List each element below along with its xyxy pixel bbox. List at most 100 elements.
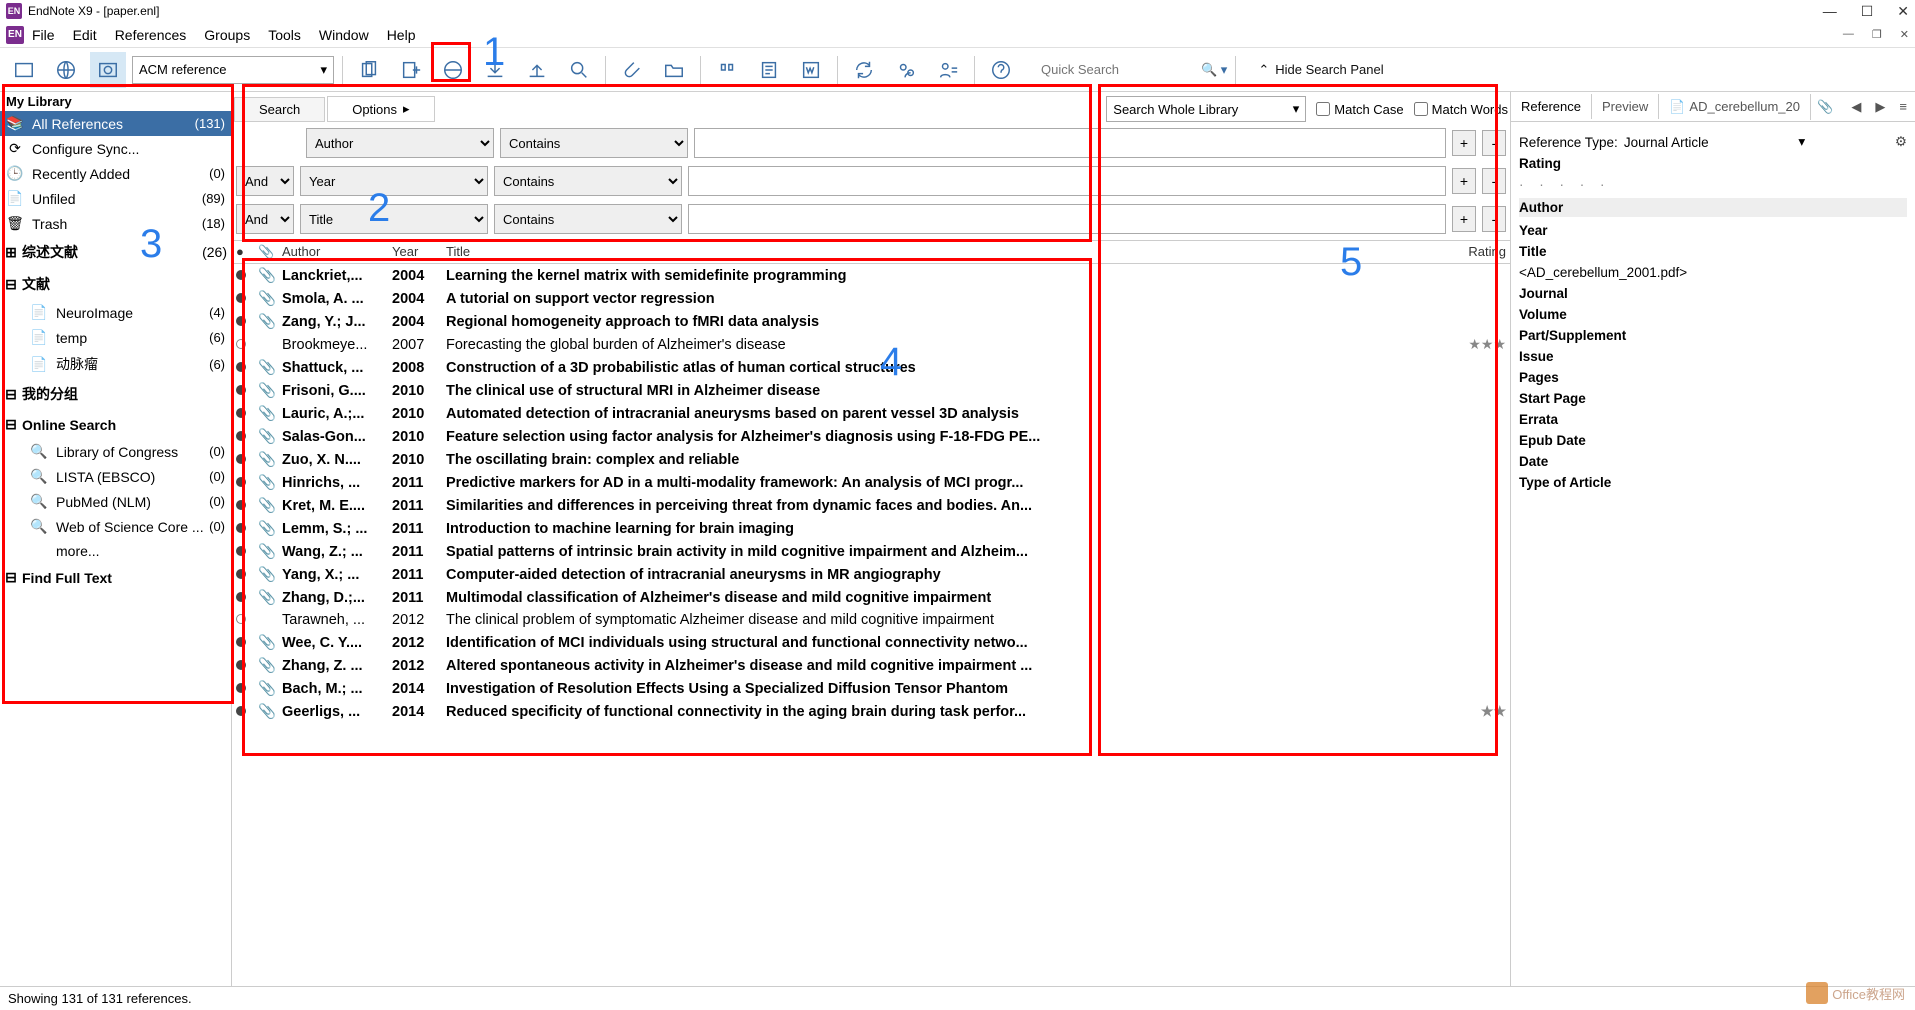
menu-tools[interactable]: Tools <box>268 27 301 43</box>
table-row[interactable]: 📎Zhang, Z. ...2012Altered spontaneous ac… <box>232 654 1510 677</box>
menu-file[interactable]: File <box>32 27 55 43</box>
search-value-input[interactable] <box>688 166 1446 196</box>
search-field-select[interactable]: Title <box>300 204 488 234</box>
table-row[interactable]: 📎Geerligs, ...2014Reduced specificity of… <box>232 700 1510 723</box>
match-words-checkbox[interactable]: Match Words <box>1414 102 1508 117</box>
table-row[interactable]: 📎Shattuck, ...2008Construction of a 3D p… <box>232 356 1510 379</box>
table-row[interactable]: 📎Wang, Z.; ...2011Spatial patterns of in… <box>232 540 1510 563</box>
tab-preview[interactable]: Preview <box>1592 94 1659 119</box>
share-icon[interactable] <box>888 52 924 88</box>
table-row[interactable]: 📎Bach, M.; ...2014Investigation of Resol… <box>232 677 1510 700</box>
sidebar-item[interactable]: 🕒Recently Added(0) <box>0 161 231 186</box>
help-icon[interactable] <box>983 52 1019 88</box>
prev-ref-icon[interactable]: ◀ <box>1851 99 1861 115</box>
table-row[interactable]: 📎Salas-Gon...2010Feature selection using… <box>232 425 1510 448</box>
match-case-checkbox[interactable]: Match Case <box>1316 102 1403 117</box>
table-row[interactable]: 📎Zang, Y.; J...2004Regional homogeneity … <box>232 310 1510 333</box>
table-row[interactable]: 📎Hinrichs, ...2011Predictive markers for… <box>232 471 1510 494</box>
toggle-icon[interactable]: ⊟ <box>4 386 18 403</box>
remove-row-button[interactable]: - <box>1482 206 1506 232</box>
doc-close-icon[interactable]: ✕ <box>1900 28 1909 41</box>
col-read[interactable]: ● <box>236 244 258 260</box>
sidebar-subitem[interactable]: 🔍Library of Congress(0) <box>0 439 231 464</box>
col-rating[interactable]: Rating <box>1454 244 1506 260</box>
rating-dots[interactable]: · · · · · <box>1519 177 1907 192</box>
search-value-input[interactable] <box>688 204 1446 234</box>
import-icon[interactable] <box>477 52 513 88</box>
table-row[interactable]: 📎Lauric, A.;...2010Automated detection o… <box>232 402 1510 425</box>
table-row[interactable]: 📎Smola, A. ...2004A tutorial on support … <box>232 287 1510 310</box>
hide-search-panel-button[interactable]: ⌃ Hide Search Panel <box>1258 62 1383 78</box>
doc-minimize-icon[interactable]: — <box>1843 28 1854 41</box>
options-tab[interactable]: Options▸ <box>327 96 434 122</box>
field-value-title[interactable]: <AD_cerebellum_2001.pdf> <box>1519 265 1907 280</box>
search-field-select[interactable]: Year <box>300 166 488 196</box>
toggle-icon[interactable]: ⊞ <box>4 244 18 261</box>
toggle-icon[interactable]: ⊟ <box>4 569 18 586</box>
col-author[interactable]: Author <box>282 244 392 260</box>
sidebar-subitem[interactable]: 📄temp(6) <box>0 325 231 350</box>
toggle-icon[interactable]: ⊟ <box>4 416 18 433</box>
window-close-icon[interactable]: ✕ <box>1897 3 1909 20</box>
sidebar-subitem[interactable]: 🔍PubMed (NLM)(0) <box>0 489 231 514</box>
tab-pdf[interactable]: 📄AD_cerebellum_20 <box>1659 94 1811 120</box>
sync-icon[interactable] <box>846 52 882 88</box>
remove-row-button[interactable]: - <box>1482 168 1506 194</box>
search-value-input[interactable] <box>694 128 1446 158</box>
search-field-select[interactable]: Author <box>306 128 494 158</box>
menu-edit[interactable]: Edit <box>73 27 97 43</box>
col-title[interactable]: Title <box>446 244 1454 260</box>
sidebar-group[interactable]: ⊟文献 <box>0 268 231 300</box>
table-row[interactable]: 📎Wee, C. Y....2012Identification of MCI … <box>232 631 1510 654</box>
search-operator-select[interactable]: And <box>236 166 294 196</box>
attach-file-icon[interactable] <box>614 52 650 88</box>
local-library-icon[interactable] <box>6 52 42 88</box>
add-row-button[interactable]: + <box>1452 206 1476 232</box>
open-folder-icon[interactable] <box>656 52 692 88</box>
sidebar-item[interactable]: ⟳Configure Sync... <box>0 136 231 161</box>
window-maximize-icon[interactable]: ☐ <box>1861 3 1874 20</box>
table-row[interactable]: 📎Zuo, X. N....2010The oscillating brain:… <box>232 448 1510 471</box>
table-row[interactable]: 📎Lemm, S.; ...2011Introduction to machin… <box>232 517 1510 540</box>
word-icon[interactable] <box>793 52 829 88</box>
table-row[interactable]: 📎Zhang, D.;...2011Multimodal classificat… <box>232 586 1510 609</box>
sidebar-subitem[interactable]: 📄NeuroImage(4) <box>0 300 231 325</box>
next-ref-icon[interactable]: ▶ <box>1875 99 1885 115</box>
window-minimize-icon[interactable]: — <box>1823 3 1837 20</box>
table-row[interactable]: 📎Kret, M. E....2011Similarities and diff… <box>232 494 1510 517</box>
sidebar-subitem[interactable]: 📄动脉瘤(6) <box>0 350 231 378</box>
quick-search-input[interactable] <box>1037 58 1197 81</box>
table-body[interactable]: 📎Lanckriet,...2004Learning the kernel ma… <box>232 264 1510 986</box>
table-row[interactable]: Brookmeye...2007Forecasting the global b… <box>232 333 1510 356</box>
manuscript-matcher-icon[interactable] <box>930 52 966 88</box>
menu-window[interactable]: Window <box>319 27 369 43</box>
menu-groups[interactable]: Groups <box>204 27 250 43</box>
menu-icon[interactable]: ≡ <box>1899 99 1907 115</box>
online-search-icon[interactable] <box>48 52 84 88</box>
find-fulltext-icon[interactable] <box>561 52 597 88</box>
add-row-button[interactable]: + <box>1452 130 1476 156</box>
search-condition-select[interactable]: Contains <box>494 166 682 196</box>
dropdown-icon[interactable]: ▾ <box>1798 134 1805 150</box>
tab-reference[interactable]: Reference <box>1511 94 1592 119</box>
col-year[interactable]: Year <box>392 244 446 260</box>
sidebar-item[interactable]: 📄Unfiled(89) <box>0 186 231 211</box>
sidebar-group[interactable]: ⊟Find Full Text <box>0 563 231 592</box>
online-search-button-icon[interactable] <box>435 52 471 88</box>
sidebar-subitem[interactable]: 🔍Web of Science Core ...(0) <box>0 514 231 539</box>
sidebar-group[interactable]: ⊟Online Search <box>0 410 231 439</box>
table-row[interactable]: 📎Yang, X.; ...2011Computer-aided detecti… <box>232 563 1510 586</box>
copy-icon[interactable] <box>351 52 387 88</box>
search-condition-select[interactable]: Contains <box>500 128 688 158</box>
menu-references[interactable]: References <box>115 27 187 43</box>
gear-icon[interactable]: ⚙ <box>1895 134 1907 150</box>
new-reference-icon[interactable] <box>393 52 429 88</box>
sidebar-group[interactable]: ⊟我的分组 <box>0 378 231 410</box>
sidebar-group[interactable]: ⊞综述文献(26) <box>0 236 231 268</box>
col-attach[interactable]: 📎 <box>258 244 282 260</box>
table-row[interactable]: 📎Lanckriet,...2004Learning the kernel ma… <box>232 264 1510 287</box>
search-operator-select[interactable]: And <box>236 204 294 234</box>
attach-icon[interactable]: 📎 <box>1817 99 1833 115</box>
search-condition-select[interactable]: Contains <box>494 204 682 234</box>
ref-type-value[interactable]: Journal Article <box>1624 135 1709 150</box>
